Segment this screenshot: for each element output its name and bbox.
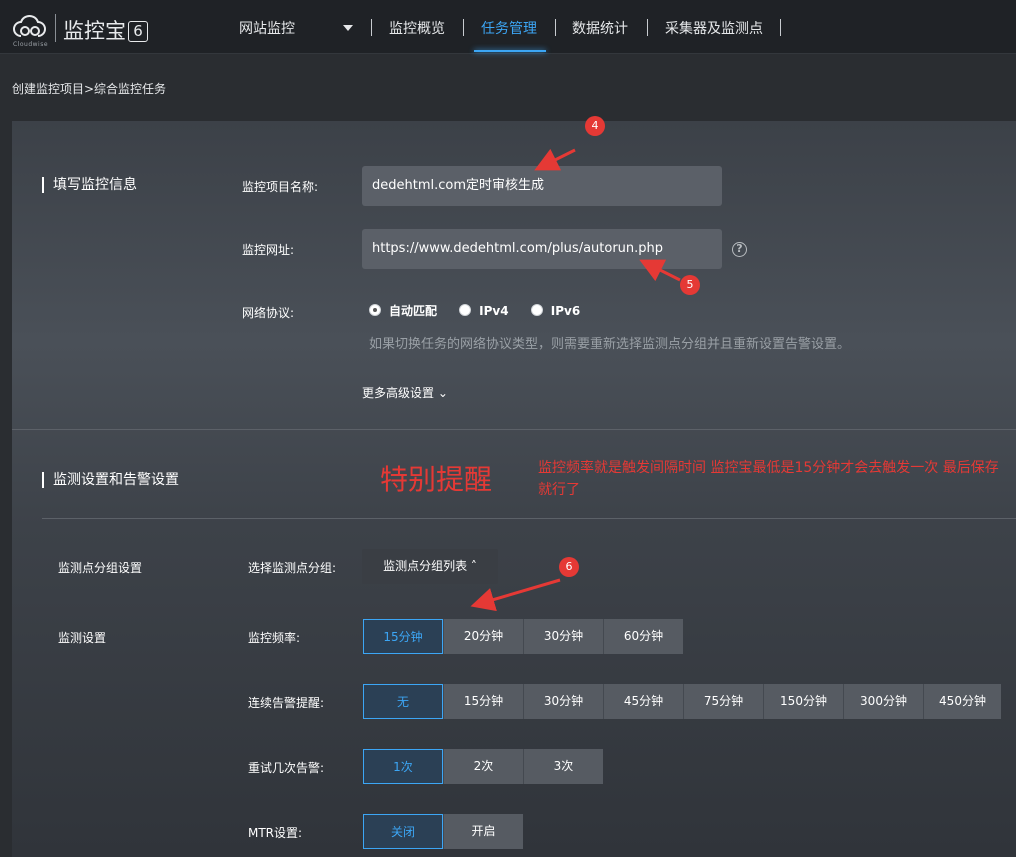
- advanced-settings-label: 更多高级设置: [362, 386, 435, 400]
- breadcrumb: 创建监控项目>综合监控任务: [12, 82, 167, 96]
- nav-overview[interactable]: 监控概览: [389, 18, 445, 38]
- nav-task-management[interactable]: 任务管理: [481, 18, 537, 38]
- group-list-dropdown[interactable]: 监测点分组列表 ˄: [362, 549, 498, 584]
- chevron-down-icon: ⌄: [437, 386, 448, 400]
- radio-ipv4-label[interactable]: IPv4: [479, 304, 508, 318]
- url-input[interactable]: https://www.dedehtml.com/plus/autorun.ph…: [362, 229, 722, 269]
- section-title-info: 填写监控信息: [42, 177, 137, 193]
- frequency-label: 监控频率:: [248, 631, 301, 645]
- cloud-logo-icon: [13, 15, 46, 37]
- chevron-up-icon: ˄: [470, 559, 477, 573]
- nav-active-indicator: [474, 50, 546, 52]
- choose-group-label: 选择监测点分组:: [248, 561, 337, 575]
- logo-version: 6: [128, 21, 148, 42]
- form-panel: 填写监控信息 监控项目名称: dedehtml.com定时审核生成 监控网址: …: [12, 121, 1016, 857]
- radio-auto-label[interactable]: 自动匹配: [389, 304, 437, 318]
- nav-divider: [463, 19, 464, 36]
- freq-option[interactable]: 30分钟: [523, 619, 603, 654]
- group-list-label: 监测点分组列表: [383, 559, 468, 573]
- protocol-hint: 如果切换任务的网络协议类型，则需要重新选择监测点分组并且重新设置告警设置。: [369, 337, 851, 352]
- alert-option[interactable]: 45分钟: [603, 684, 683, 719]
- alert-option[interactable]: 无: [363, 684, 443, 719]
- notice-title: 特别提醒: [380, 463, 493, 496]
- nav-website-monitor[interactable]: 网站监控: [239, 18, 295, 38]
- freq-option[interactable]: 60分钟: [603, 619, 683, 654]
- nav-divider: [371, 19, 372, 36]
- alert-selector: 无 15分钟 30分钟 45分钟 75分钟 150分钟 300分钟 450分钟: [363, 684, 1001, 719]
- alert-label: 连续告警提醒:: [248, 696, 325, 710]
- nav-collectors[interactable]: 采集器及监测点: [665, 18, 763, 38]
- logo-title-text: 监控宝: [63, 19, 126, 43]
- mtr-label: MTR设置:: [248, 826, 303, 840]
- section-divider: [42, 518, 1016, 519]
- logo[interactable]: Cloudwise 监控宝 6: [12, 12, 162, 48]
- alert-option[interactable]: 450分钟: [923, 684, 1001, 719]
- protocol-label: 网络协议:: [242, 306, 295, 320]
- logo-title: 监控宝 6: [63, 15, 148, 45]
- chevron-down-icon[interactable]: [343, 25, 353, 31]
- radio-ipv4[interactable]: [459, 304, 472, 316]
- project-name-input[interactable]: dedehtml.com定时审核生成: [362, 166, 722, 206]
- project-name-label: 监控项目名称:: [242, 180, 319, 194]
- radio-auto[interactable]: [369, 304, 381, 316]
- retry-option[interactable]: 1次: [363, 749, 443, 784]
- notice-text: 监控频率就是触发间隔时间 监控宝最低是15分钟才会去触发一次 最后保存就行了: [538, 460, 999, 498]
- annotation-badge: 4: [585, 116, 605, 136]
- logo-divider: [55, 14, 56, 42]
- alert-option[interactable]: 15分钟: [443, 684, 523, 719]
- help-icon[interactable]: ?: [732, 242, 747, 257]
- mtr-selector: 关闭 开启: [363, 814, 523, 849]
- nav-statistics[interactable]: 数据统计: [572, 18, 628, 38]
- retry-option[interactable]: 2次: [443, 749, 523, 784]
- alert-option[interactable]: 150分钟: [763, 684, 843, 719]
- advanced-settings-link[interactable]: 更多高级设置 ⌄: [362, 384, 448, 401]
- nav-divider: [780, 19, 781, 36]
- section-title-monitor: 监测设置和告警设置: [42, 472, 179, 488]
- nav-divider: [555, 19, 556, 36]
- retry-option[interactable]: 3次: [523, 749, 603, 784]
- monitor-setting-heading: 监测设置: [58, 631, 107, 645]
- alert-option[interactable]: 75分钟: [683, 684, 763, 719]
- freq-option[interactable]: 20分钟: [443, 619, 523, 654]
- mtr-option[interactable]: 关闭: [363, 814, 443, 849]
- nav-divider: [647, 19, 648, 36]
- annotation-badge: 5: [680, 275, 700, 295]
- alert-option[interactable]: 300分钟: [843, 684, 923, 719]
- logo-subtitle: Cloudwise: [13, 41, 49, 48]
- protocol-radio-group: 自动匹配 IPv4 IPv6: [369, 302, 598, 319]
- alert-option[interactable]: 30分钟: [523, 684, 603, 719]
- retry-selector: 1次 2次 3次: [363, 749, 603, 784]
- group-setting-heading: 监测点分组设置: [58, 561, 143, 575]
- url-label: 监控网址:: [242, 243, 295, 257]
- freq-option[interactable]: 15分钟: [363, 619, 443, 654]
- radio-ipv6-label[interactable]: IPv6: [551, 304, 580, 318]
- mtr-option[interactable]: 开启: [443, 814, 523, 849]
- annotation-badge: 6: [559, 557, 579, 577]
- radio-ipv6[interactable]: [530, 304, 543, 316]
- frequency-selector: 15分钟 20分钟 30分钟 60分钟: [363, 619, 683, 654]
- section-divider: [12, 429, 1016, 430]
- retry-label: 重试几次告警:: [248, 761, 325, 775]
- top-nav-bar: Cloudwise 监控宝 6 网站监控 监控概览 任务管理 数据统计 采集器及监…: [0, 0, 1016, 54]
